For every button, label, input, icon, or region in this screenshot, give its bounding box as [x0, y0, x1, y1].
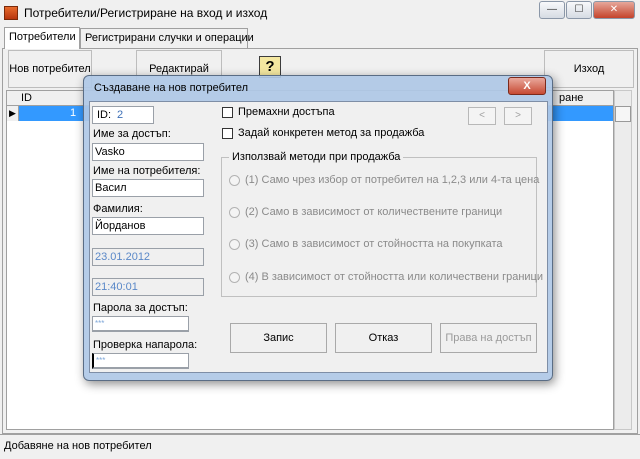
method-1-radio[interactable] [229, 175, 240, 186]
password-field[interactable]: *** [92, 316, 189, 332]
username-field[interactable]: Vasko [92, 143, 204, 161]
name-field[interactable]: Васил [92, 179, 204, 197]
method-3-radio[interactable] [229, 239, 240, 250]
row-indicator-icon: ▶ [7, 106, 19, 121]
id-value: 2 [117, 109, 124, 121]
confirm-password-field[interactable]: *** [92, 353, 189, 369]
date-field: 23.01.2012 [92, 248, 204, 266]
remove-access-checkbox[interactable] [222, 107, 233, 118]
new-user-button[interactable]: Нов потребител [8, 50, 92, 88]
sales-methods-title: Използвай методи при продажба [229, 151, 404, 163]
method-4-radio[interactable] [229, 272, 240, 283]
surname-field[interactable]: Йорданов [92, 217, 204, 235]
tab-events[interactable]: Регистрирани случки и операции [80, 28, 254, 48]
confirm-password-label: Проверка напарола: [93, 339, 198, 351]
method-3-label: (3) Само в зависимост от стойността на п… [245, 238, 503, 250]
dialog-close-button[interactable]: X [508, 77, 546, 95]
scrollbar-thumb[interactable] [615, 106, 631, 122]
row-id-cell[interactable]: 1 [70, 107, 76, 119]
minimize-button[interactable]: — [539, 1, 565, 19]
grid-header-id[interactable]: ID [21, 92, 32, 104]
time-field: 21:40:01 [92, 278, 204, 296]
save-button[interactable]: Запис [230, 323, 327, 353]
method-2-radio[interactable] [229, 207, 240, 218]
specific-method-label: Задай конкретен метод за продажба [238, 127, 425, 139]
maximize-button[interactable]: ☐ [566, 1, 592, 19]
cancel-button[interactable]: Отказ [335, 323, 432, 353]
method-1-label: (1) Само чрез избор от потребител на 1,2… [245, 174, 540, 186]
next-record-button[interactable]: > [504, 107, 532, 125]
username-label: Име за достъп: [93, 128, 171, 140]
access-rights-button[interactable]: Права на достъп [440, 323, 537, 353]
method-2-label: (2) Само в зависимост от количествените … [245, 206, 503, 218]
app-icon [4, 6, 18, 20]
status-bar: Добавяне на нов потребител [0, 434, 640, 459]
remove-access-label: Премахни достъпа [238, 106, 335, 118]
tab-users[interactable]: Потребители [4, 27, 80, 49]
vertical-scrollbar[interactable] [614, 90, 632, 430]
specific-method-checkbox[interactable] [222, 128, 233, 139]
method-4-label: (4) В зависимост от стойността или колич… [245, 271, 543, 283]
window-close-button[interactable]: ✕ [593, 1, 635, 19]
grid-header-last[interactable]: ране [559, 92, 583, 104]
prev-record-button[interactable]: < [468, 107, 496, 125]
password-label: Парола за достъп: [93, 302, 188, 314]
exit-button[interactable]: Изход [544, 50, 634, 88]
dialog-title: Създаване на нов потребител [94, 82, 249, 94]
id-label: ID: [97, 109, 112, 121]
window-title: Потребители/Регистриране на вход и изход [24, 6, 268, 20]
name-label: Име на потребителя: [93, 165, 201, 177]
surname-label: Фамилия: [93, 203, 143, 215]
